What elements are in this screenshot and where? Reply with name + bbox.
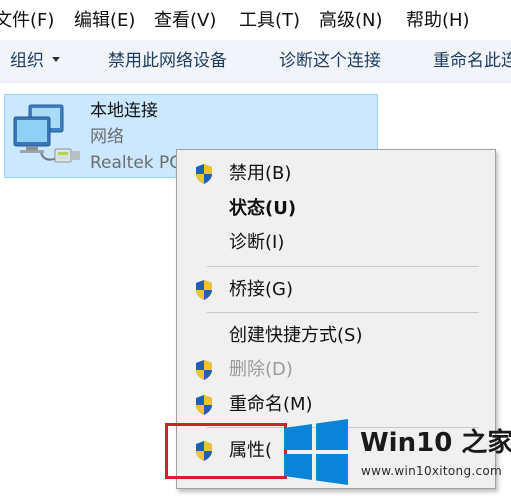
uac-shield-icon <box>196 280 212 300</box>
organize-label: 组织 <box>10 51 44 71</box>
menu-edit[interactable]: 编辑(E) <box>74 9 135 33</box>
menu-advanced[interactable]: 高级(N) <box>319 9 383 33</box>
uac-shield-icon <box>196 395 212 415</box>
menu-item-delete: 删除(D) <box>177 353 495 387</box>
menu-separator <box>207 312 479 313</box>
uac-shield-icon <box>196 360 212 380</box>
menu-tools[interactable]: 工具(T) <box>239 9 300 33</box>
menu-file[interactable]: 文件(F) <box>0 9 54 33</box>
menu-item-label: 创建快捷方式(S) <box>229 325 363 346</box>
connection-status: 网络 <box>90 127 124 147</box>
menu-item-disable[interactable]: 禁用(B) <box>177 157 495 191</box>
diagnose-connection-button[interactable]: 诊断这个连接 <box>279 50 381 72</box>
windows-logo-icon <box>284 419 348 485</box>
uac-shield-icon <box>196 164 212 184</box>
rename-connection-button[interactable]: 重命名此连 <box>433 50 511 72</box>
disable-device-button[interactable]: 禁用此网络设备 <box>108 50 227 72</box>
connection-device: Realtek PC <box>90 153 182 173</box>
menu-item-label: 删除(D) <box>229 359 293 380</box>
menu-item-bridge[interactable]: 桥接(G) <box>177 273 495 307</box>
menu-bar: 文件(F) 编辑(E) 查看(V) 工具(T) 高级(N) 帮助(H) <box>0 0 511 40</box>
menu-item-label: 状态(U) <box>229 198 297 219</box>
network-adapter-icon <box>13 104 80 163</box>
connection-name: 本地连接 <box>90 101 158 121</box>
menu-item-diagnose[interactable]: 诊断(I) <box>177 226 495 260</box>
highlight-annotation-box <box>165 423 287 479</box>
menu-separator <box>207 266 479 267</box>
menu-item-status[interactable]: 状态(U) <box>177 192 495 226</box>
menu-item-label: 桥接(G) <box>229 279 293 300</box>
watermark-site: www.win10xitong.com <box>361 464 503 478</box>
command-toolbar: 组织 禁用此网络设备 诊断这个连接 重命名此连 <box>0 40 511 83</box>
menu-item-label: 诊断(I) <box>229 232 285 253</box>
menu-item-create-shortcut[interactable]: 创建快捷方式(S) <box>177 319 495 353</box>
menu-help[interactable]: 帮助(H) <box>406 9 470 33</box>
watermark: Win10 之家 www.win10xitong.com <box>280 413 511 496</box>
watermark-brand: Win10 之家 <box>360 428 511 458</box>
menu-view[interactable]: 查看(V) <box>154 9 216 33</box>
organize-button[interactable]: 组织 <box>10 50 60 72</box>
menu-item-label: 禁用(B) <box>229 163 292 184</box>
chevron-down-icon <box>52 56 60 62</box>
